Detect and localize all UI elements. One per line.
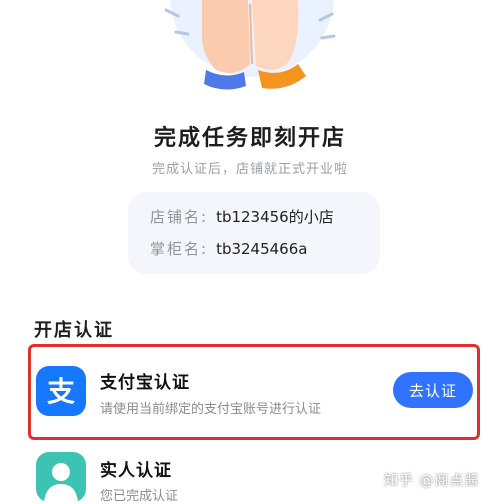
shop-name-label: 店铺名: <box>150 208 209 226</box>
section-title: 开店认证 <box>34 320 114 341</box>
person-icon <box>36 452 86 502</box>
shop-name-value: tb123456的小店 <box>216 208 334 226</box>
owner-name-label: 掌柜名: <box>150 240 209 258</box>
shop-info-card: 店铺名: tb123456的小店 掌柜名: tb3245466a <box>128 192 380 274</box>
real-person-verify-title: 实人认证 <box>100 461 172 481</box>
owner-name-value: tb3245466a <box>216 240 308 258</box>
alipay-verify-desc: 请使用当前绑定的支付宝账号进行认证 <box>100 402 322 417</box>
shop-name-row: 店铺名: tb123456的小店 <box>150 206 334 227</box>
alipay-icon: 支 <box>36 366 86 416</box>
high-five-illustration <box>164 0 336 90</box>
alipay-verify-title: 支付宝认证 <box>100 373 190 393</box>
real-person-verify-desc: 您已完成认证 <box>100 489 179 504</box>
alipay-glyph: 支 <box>47 375 75 408</box>
owner-name-row: 掌柜名: tb3245466a <box>150 238 307 259</box>
go-verify-button[interactable]: 去认证 <box>393 372 473 408</box>
page-title: 完成任务即刻开店 <box>153 126 346 151</box>
page-subtitle: 完成认证后，店铺就正式开业啦 <box>151 162 348 177</box>
watermark: 知乎 @商点酱 <box>384 473 480 489</box>
